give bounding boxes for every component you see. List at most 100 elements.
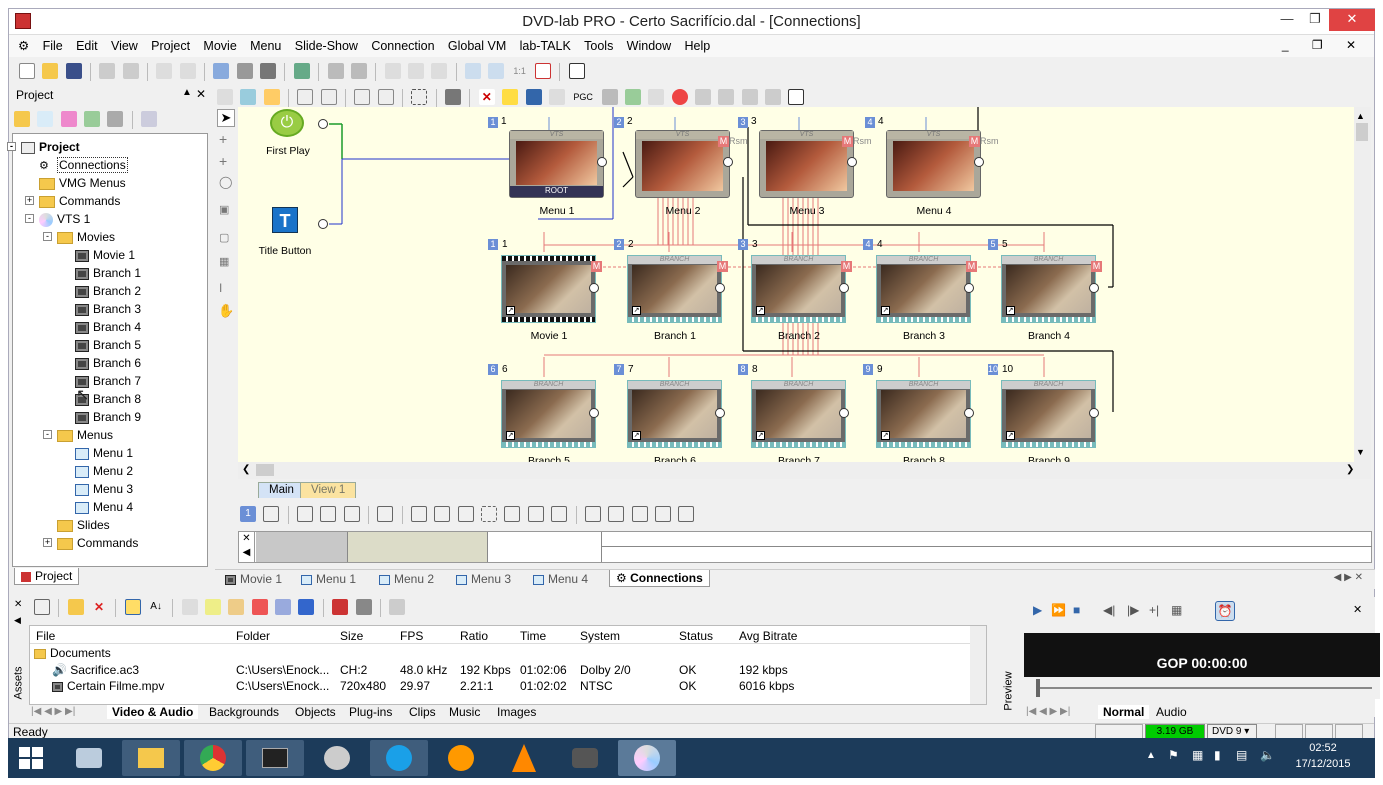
tree-item-branch-6[interactable]: Branch 6 — [75, 354, 141, 372]
menu-connector[interactable] — [597, 157, 607, 167]
col-size[interactable]: Size — [340, 629, 363, 643]
assets-vscroll[interactable] — [970, 626, 986, 704]
tray-battery-icon[interactable]: ▮ — [1214, 748, 1221, 762]
assets-group-documents[interactable]: Documents — [34, 646, 111, 660]
mdi-icon[interactable]: ⚙ — [13, 35, 34, 56]
add-slide-icon[interactable] — [84, 111, 101, 127]
assets-sort-icon[interactable]: A↓ — [148, 599, 164, 615]
disc-icon[interactable] — [236, 63, 253, 79]
movie-node[interactable]: ↗ — [501, 255, 596, 323]
taskbar-chrome-icon[interactable] — [184, 740, 242, 776]
open-icon[interactable] — [42, 63, 59, 79]
tray-network-icon[interactable]: ▤ — [1236, 748, 1247, 762]
doc-tab-connections[interactable]: ⚙ Connections — [609, 570, 710, 587]
question-icon[interactable] — [648, 89, 665, 105]
next-chapter-icon[interactable]: |▶ — [1127, 603, 1139, 617]
assets-collapse-icon[interactable]: ◀ — [14, 615, 21, 626]
add-folder-icon[interactable] — [14, 111, 30, 127]
help-icon[interactable] — [568, 63, 585, 79]
canvas-vscroll[interactable]: ▲ ▼ — [1354, 107, 1371, 462]
table-row[interactable]: 🔊 Sacrifice.ac3 C:\Users\Enock... CH:2 4… — [30, 662, 970, 678]
assets-bar-icon[interactable] — [251, 599, 268, 615]
add-menu-icon[interactable] — [37, 111, 54, 127]
new-icon[interactable] — [19, 63, 35, 79]
col-time[interactable]: Time — [520, 629, 546, 643]
menu-node[interactable]: VTS — [635, 130, 730, 198]
menu-connector[interactable] — [974, 157, 984, 167]
close-button[interactable]: ✕ — [1329, 9, 1375, 31]
slider-thumb[interactable] — [1036, 679, 1040, 697]
first-play-icon[interactable]: ⏻ — [270, 109, 304, 137]
movie-connector[interactable] — [964, 408, 974, 418]
collapse-icon[interactable]: - — [25, 214, 34, 223]
film-gray-icon[interactable] — [431, 63, 448, 79]
vts-icon[interactable] — [141, 111, 158, 127]
tab-backgrounds[interactable]: Backgrounds — [209, 705, 279, 719]
movie-connector[interactable] — [964, 283, 974, 293]
assets-tree-icon[interactable] — [181, 599, 198, 615]
list-icon[interactable] — [327, 63, 344, 79]
movie-node[interactable]: BRANCH ↗ — [501, 380, 596, 448]
movie-connector[interactable] — [589, 408, 599, 418]
taskbar-drive-icon[interactable] — [60, 740, 118, 776]
doc-tab-scroll-icons[interactable]: ◀ ▶ ✕ — [1334, 572, 1363, 583]
add-disc-tool-icon[interactable]: ◯ — [219, 175, 232, 189]
menu-tools[interactable]: Tools — [579, 36, 618, 56]
if-icon[interactable] — [608, 506, 625, 522]
tree-item-branch-4[interactable]: Branch 4 — [75, 318, 141, 336]
movie-node[interactable]: BRANCH ↗ — [627, 380, 722, 448]
fp-icon[interactable] — [764, 89, 781, 105]
tab-video-audio[interactable]: Video & Audio — [107, 705, 199, 719]
tree-item-menus[interactable]: - Menus — [43, 426, 113, 444]
menu-help[interactable]: Help — [679, 36, 715, 56]
text-tool-icon[interactable]: I — [219, 281, 222, 295]
tree-item-movies[interactable]: - Movies — [43, 228, 115, 246]
hscroll-thumb[interactable] — [256, 464, 274, 476]
col-file[interactable]: File — [36, 629, 55, 643]
tab-images[interactable]: Images — [497, 705, 536, 719]
tab-audio[interactable]: Audio — [1156, 705, 1187, 719]
menu-edit[interactable]: Edit — [71, 36, 103, 56]
tree-item-project[interactable]: - Project — [7, 138, 80, 156]
tab-view1[interactable]: View 1 — [300, 482, 357, 498]
menu-movie[interactable]: Movie — [198, 36, 241, 56]
col-status[interactable]: Status — [679, 629, 713, 643]
tray-flag-icon[interactable]: ⚑ — [1168, 748, 1179, 762]
undo-icon[interactable] — [156, 63, 173, 79]
menu-file[interactable]: File — [38, 36, 68, 56]
paste-icon[interactable] — [122, 63, 139, 79]
unlink-icon[interactable] — [377, 89, 394, 105]
pgc-icon[interactable]: PGC — [572, 89, 594, 105]
qmark-icon[interactable] — [504, 506, 521, 522]
collapse-icon[interactable]: - — [7, 142, 16, 151]
tree-item-branch-5[interactable]: Branch 5 — [75, 336, 141, 354]
tab-music[interactable]: Music — [449, 705, 480, 719]
magic-icon[interactable] — [350, 63, 367, 79]
zoom-out-icon[interactable] — [488, 63, 505, 79]
tray-windows-icon[interactable]: ▦ — [1192, 748, 1203, 762]
taskbar-vlc-icon[interactable] — [494, 740, 552, 776]
fx-icon[interactable] — [384, 63, 401, 79]
col-bitrate[interactable]: Avg Bitrate — [739, 629, 797, 643]
menu-node[interactable]: VTS ROOT — [509, 130, 604, 198]
button-box-icon[interactable] — [343, 506, 360, 522]
tr-icon[interactable] — [741, 89, 758, 105]
rt-icon[interactable] — [718, 89, 735, 105]
col-system[interactable]: System — [580, 629, 620, 643]
title-12-icon[interactable] — [548, 89, 565, 105]
tab-normal[interactable]: Normal — [1098, 705, 1150, 719]
assets-folder-view-icon[interactable] — [124, 599, 141, 615]
movie-connector[interactable] — [715, 408, 725, 418]
ur-icon[interactable] — [694, 89, 711, 105]
menu-connector[interactable] — [847, 157, 857, 167]
flag-icon[interactable] — [525, 89, 542, 105]
arrow-box-icon[interactable] — [527, 506, 544, 522]
marker-icon[interactable] — [678, 506, 695, 522]
grid-icon[interactable]: ▦ — [1171, 603, 1182, 617]
help2-icon[interactable] — [788, 89, 805, 105]
frame-icon[interactable] — [263, 506, 280, 522]
redo-icon[interactable] — [179, 63, 196, 79]
color-icon[interactable] — [502, 89, 519, 105]
movie-node[interactable]: BRANCH ↗ — [751, 255, 846, 323]
list-view-icon[interactable] — [263, 89, 280, 105]
